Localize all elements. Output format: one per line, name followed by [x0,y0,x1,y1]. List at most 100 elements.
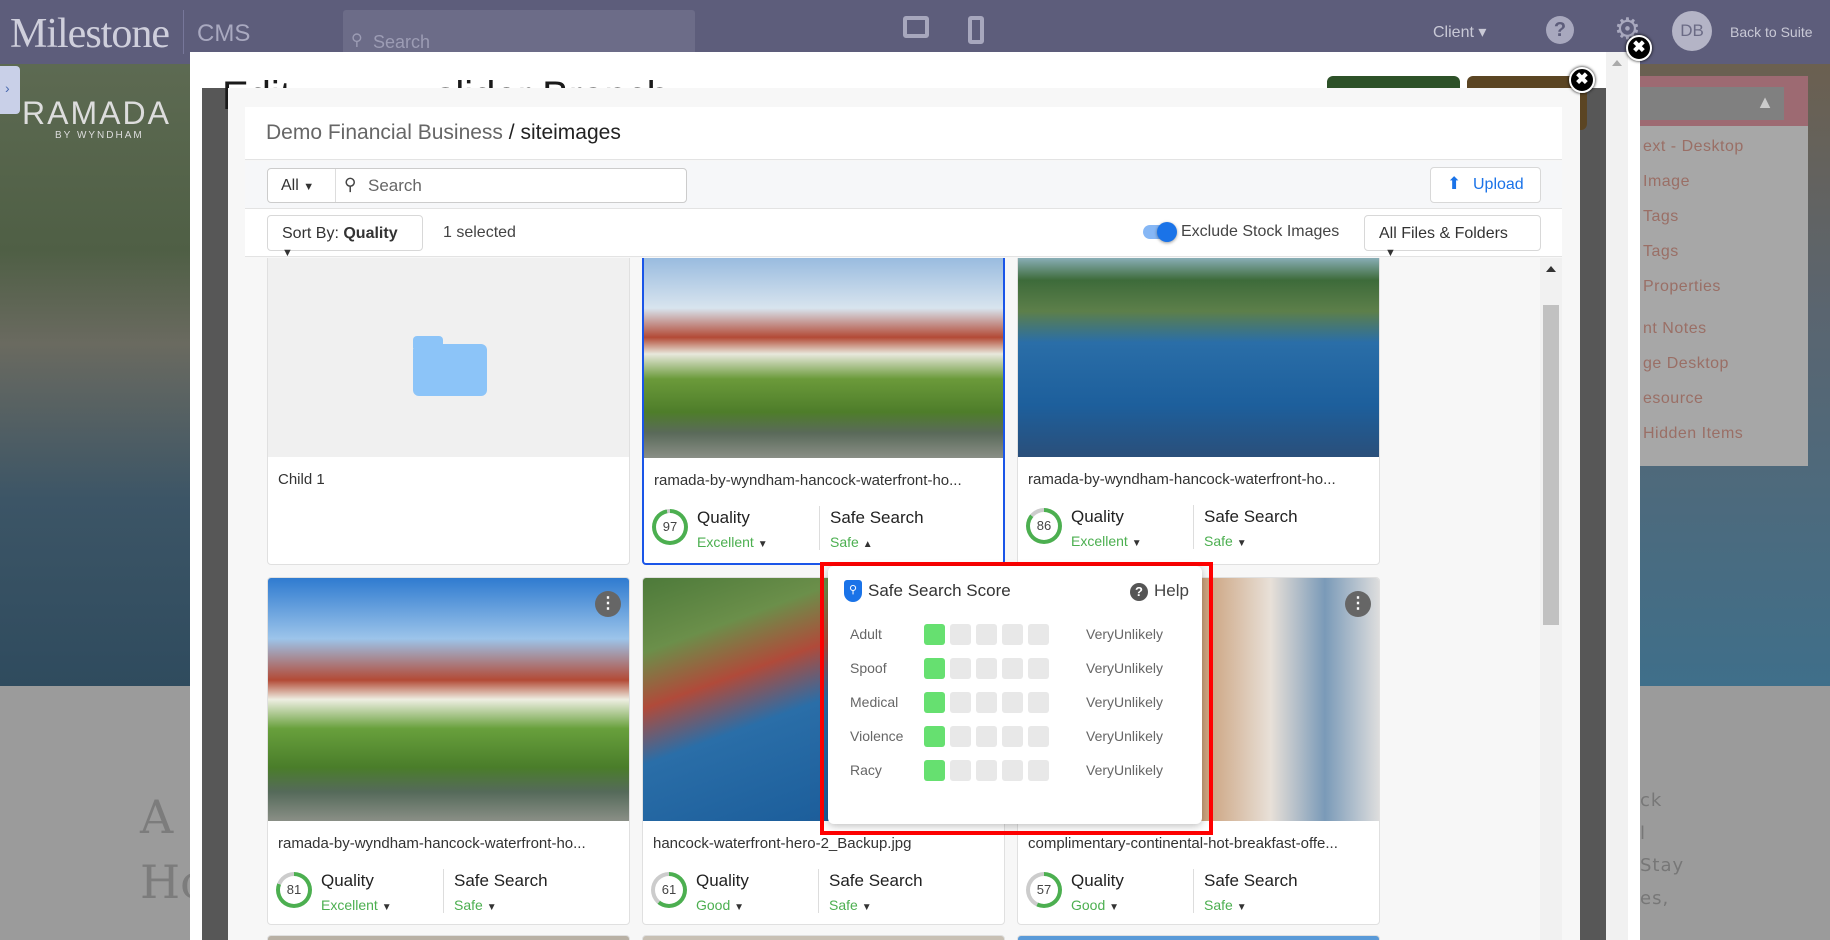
quality-rating-dropdown[interactable]: Excellent ▼ [321,897,392,913]
safe-search-label: Safe Search [454,871,548,890]
quality-rating: Excellent [1071,533,1128,549]
breadcrumb-parent[interactable]: Demo Financial Business [266,121,503,144]
divider [1193,869,1194,913]
safe-search-label: Safe Search [830,508,924,527]
caret-down-icon: ▼ [303,181,315,193]
body-text: l [1640,823,1647,844]
exclude-stock-toggle[interactable] [1143,222,1177,242]
quality-score-ring: 57 [1026,872,1062,908]
help-link[interactable]: ? Help [1130,581,1189,601]
safe-search-dropdown[interactable]: Safe ▼ [829,897,872,913]
image-thumbnail [644,258,1003,458]
quality-rating: Good [1071,897,1106,913]
toggle-knob [1157,222,1177,242]
likelihood-level-square [1002,760,1023,781]
menu-item[interactable]: ge Desktop [1643,355,1729,373]
likelihood-level-square [924,760,945,781]
milestone-logo[interactable]: Milestone [10,10,170,58]
quality-score-ring: 86 [1026,508,1062,544]
upload-icon: ⬆ [1447,174,1462,193]
more-options-icon[interactable]: ⋮ [595,591,621,617]
image-card[interactable]: ramada-by-wyndham-hancock-waterfront-ho.… [642,258,1005,565]
safe-search-dropdown[interactable]: Safe ▼ [1204,897,1247,913]
caret-down-icon: ▼ [1109,902,1120,913]
upload-button[interactable]: ⬆ Upload [1430,167,1541,203]
menu-item[interactable]: Tags [1643,208,1679,226]
category-name: Violence [850,728,904,744]
likelihood-level-square [924,726,945,747]
scroll-up-icon[interactable] [1546,266,1556,272]
image-card[interactable] [1017,935,1380,940]
ramada-logo-sub: BY WYNDHAM [55,130,144,141]
safe-search-row: Medical VeryUnlikely [850,692,1190,714]
safe-search-value: Safe [454,897,483,913]
likelihood-level-square [924,658,945,679]
breadcrumb-separator: / [502,121,521,144]
safe-search-dropdown[interactable]: Safe ▼ [454,897,497,913]
filter-select[interactable]: All ▼ [268,169,336,202]
likelihood-level-square [950,760,971,781]
scrollbar-thumb[interactable] [1543,305,1559,625]
quality-rating-dropdown[interactable]: Good ▼ [1071,897,1119,913]
sort-value: Quality [343,225,398,242]
back-to-suite-link[interactable]: Back to Suite [1730,24,1813,40]
likelihood-level-square [1028,658,1049,679]
close-outer-modal-button[interactable]: ✖ [1626,35,1652,61]
close-dialog-button[interactable]: ✖ [1569,67,1595,93]
mobile-view-icon[interactable] [968,16,984,44]
files-folders-dropdown[interactable]: All Files & Folders ▼ [1364,215,1541,259]
divider [183,10,184,54]
quality-rating: Good [696,897,731,913]
safe-search-value: Safe [1204,533,1233,549]
outer-scrollbar[interactable] [1606,52,1628,940]
image-card[interactable] [267,935,630,940]
folder-card[interactable]: Child 1 [267,258,630,565]
safe-search-label: Safe Search [1204,507,1298,526]
quality-rating-dropdown[interactable]: Good ▼ [696,897,744,913]
help-label: Help [1154,581,1189,600]
body-text: ck [1640,790,1663,811]
search-input[interactable] [336,169,686,202]
selected-count: 1 selected [443,224,516,241]
quality-rating-dropdown[interactable]: Excellent ▼ [697,534,768,550]
menu-item[interactable]: Image [1643,173,1690,191]
sort-dropdown[interactable]: Sort By: Quality ▼ [267,215,423,259]
likelihood-level-square [950,726,971,747]
likelihood-label: VeryUnlikely [1086,694,1164,710]
likelihood-label: VeryUnlikely [1086,762,1164,778]
quality-label: Quality [696,871,749,890]
popup-title: Safe Search Score [868,581,1011,600]
image-card[interactable]: ramada-by-wyndham-hancock-waterfront-ho.… [1017,258,1380,565]
image-card[interactable] [642,935,1005,940]
sidebar-expand-button[interactable]: › [0,66,20,114]
quality-rating-dropdown[interactable]: Excellent ▼ [1071,533,1142,549]
help-icon[interactable]: ? [1546,16,1574,44]
safe-search-dropdown[interactable]: Safe ▼ [1204,533,1247,549]
likelihood-level-square [950,624,971,645]
image-thumbnail [1018,258,1379,457]
menu-item[interactable]: esource [1643,390,1703,408]
caret-down-icon: ▼ [1131,538,1142,549]
client-dropdown[interactable]: Client ▾ [1433,22,1486,42]
menu-item[interactable]: ext - Desktop [1643,138,1744,156]
avatar[interactable]: DB [1672,11,1712,51]
file-name: ramada-by-wyndham-hancock-waterfront-ho.… [1028,471,1336,488]
menu-item[interactable]: Properties [1643,278,1721,296]
category-name: Adult [850,626,882,642]
top-search-input[interactable]: ⚲ Search [343,10,695,55]
safe-search-value: Safe [830,534,859,550]
likelihood-level-square [1002,624,1023,645]
menu-item[interactable]: Hidden Items [1643,425,1743,443]
safe-search-dropdown[interactable]: Safe ▲ [830,534,873,550]
safe-search-row: Spoof VeryUnlikely [850,658,1190,680]
desktop-view-icon[interactable] [903,16,929,38]
menu-item[interactable]: nt Notes [1643,320,1707,338]
files-filter-value: All Files & Folders [1379,225,1508,242]
menu-item[interactable]: Tags [1643,243,1679,261]
scroll-up-icon[interactable] [1612,60,1622,66]
likelihood-level-square [1028,624,1049,645]
likelihood-level-square [976,726,997,747]
more-options-icon[interactable]: ⋮ [1345,591,1371,617]
image-card[interactable]: ramada-by-wyndham-hancock-waterfront-ho.… [267,577,630,925]
caret-down-icon: ▼ [381,902,392,913]
